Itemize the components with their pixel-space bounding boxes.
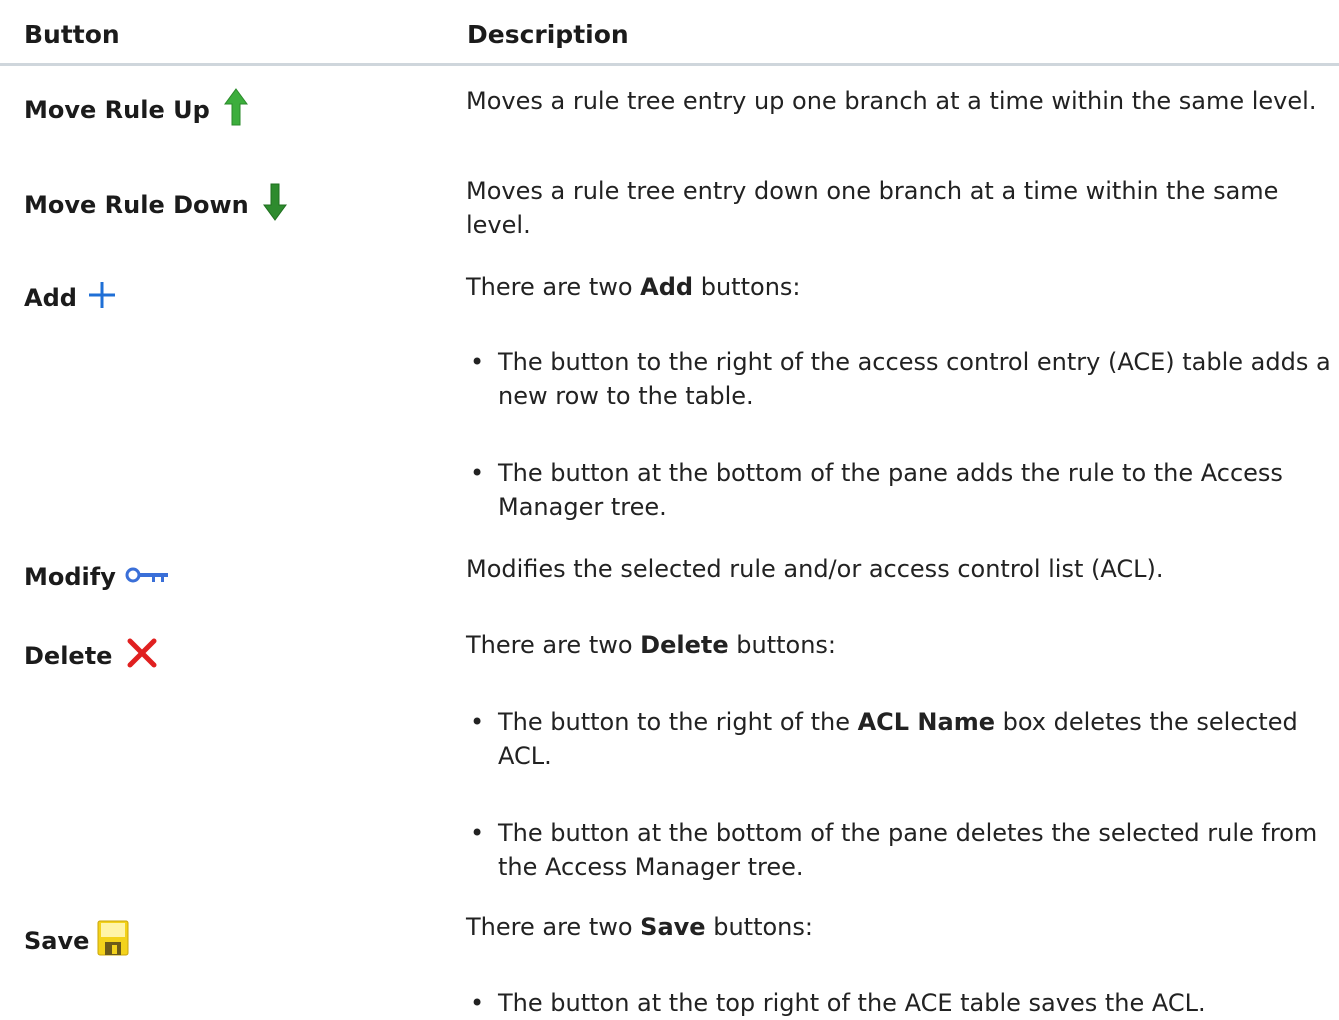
row-modify-description: Modifies the selected rule and/or access… — [466, 555, 1164, 583]
row-add-description: There are two Add buttons: — [466, 273, 801, 301]
row-move-rule-down-name: Move Rule Down — [24, 183, 287, 227]
plus-icon — [87, 280, 117, 316]
delete-bullet-2: The button at the bottom of the pane del… — [466, 816, 1339, 884]
arrow-up-icon — [223, 88, 248, 132]
delete-bullet-1: The button to the right of the ACL Name … — [466, 705, 1339, 773]
row-move-rule-up-name: Move Rule Up — [24, 88, 248, 132]
save-bullet-1: The button at the top right of the ACE t… — [466, 986, 1339, 1020]
floppy-disk-icon — [97, 920, 129, 962]
row-delete-name: Delete — [24, 638, 158, 674]
add-bullet-2: The button at the bottom of the pane add… — [466, 456, 1339, 524]
table-header: Button Description — [0, 0, 1339, 66]
row-add-name: Add — [24, 280, 117, 316]
row-modify-name: Modify — [24, 563, 170, 591]
row-save-description: There are two Save buttons: — [466, 913, 813, 941]
key-icon — [124, 563, 170, 591]
add-bullet-1: The button to the right of the access co… — [466, 345, 1339, 413]
arrow-down-icon — [262, 183, 287, 227]
column-header-button: Button — [24, 20, 120, 49]
column-header-description: Description — [467, 20, 629, 49]
row-move-rule-down-description: Moves a rule tree entry down one branch … — [466, 177, 1279, 239]
row-move-rule-up-description: Moves a rule tree entry up one branch at… — [466, 87, 1317, 115]
row-delete-description: There are two Delete buttons: — [466, 631, 837, 659]
x-icon — [126, 638, 158, 674]
row-save-name: Save — [24, 920, 129, 962]
